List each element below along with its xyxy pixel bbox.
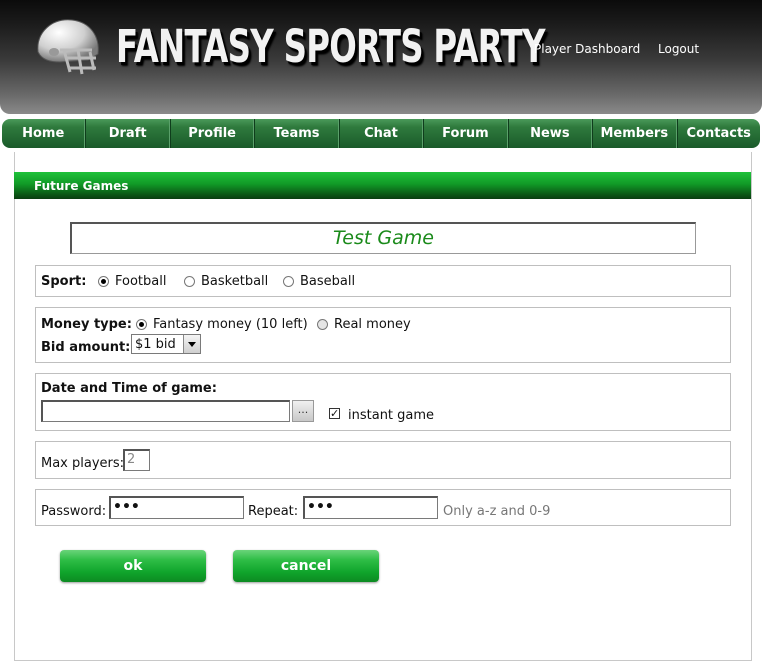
max-players-input[interactable]: 2	[123, 449, 150, 471]
fantasy-money-label: Fantasy money (10 left)	[153, 317, 308, 332]
bid-amount-label: Bid amount:	[41, 340, 131, 355]
password-fieldset: Password: ••• Repeat: ••• Only a-z and 0…	[35, 489, 731, 526]
site-header: FANTASY SPORTS PARTY Player Dashboard Lo…	[0, 0, 762, 114]
sport-label: Sport:	[41, 274, 87, 289]
nav-item-profile[interactable]: Profile	[169, 119, 255, 148]
nav-item-draft[interactable]: Draft	[85, 119, 170, 148]
nav-item-chat[interactable]: Chat	[338, 119, 424, 148]
cancel-button[interactable]: cancel	[233, 550, 379, 582]
bid-amount-select[interactable]: $1 bid	[131, 334, 201, 354]
baseball-label: Baseball	[300, 274, 356, 289]
password-label: Password:	[41, 504, 107, 519]
money-option-fantasy[interactable]: Fantasy money (10 left)	[136, 317, 308, 332]
datetime-label: Date and Time of game:	[41, 381, 217, 396]
password-input[interactable]: •••	[109, 496, 244, 519]
nav-item-news[interactable]: News	[507, 119, 593, 148]
logout-link[interactable]: Logout	[658, 42, 699, 56]
main-nav: Home Draft Profile Teams Chat Forum News…	[2, 119, 760, 148]
nav-item-forum[interactable]: Forum	[423, 119, 508, 148]
baseball-radio[interactable]	[283, 276, 294, 287]
max-players-label: Max players:	[41, 456, 125, 471]
football-label: Football	[115, 274, 167, 289]
nav-item-contacts[interactable]: Contacts	[676, 119, 760, 148]
section-title: Future Games	[34, 179, 129, 193]
football-radio[interactable]	[98, 276, 109, 287]
site-logo-text: FANTASY SPORTS PARTY	[116, 20, 545, 73]
basketball-radio[interactable]	[184, 276, 195, 287]
football-helmet-icon	[37, 19, 99, 75]
player-dashboard-link[interactable]: Player Dashboard	[534, 42, 640, 56]
sport-fieldset: Sport: Football Basketball Baseball	[35, 265, 731, 297]
basketball-label: Basketball	[201, 274, 269, 289]
real-money-label: Real money	[334, 317, 411, 332]
instant-game-checkbox[interactable]: ✓	[329, 408, 340, 419]
datetime-input[interactable]	[41, 400, 290, 422]
date-picker-button[interactable]: ...	[292, 400, 314, 422]
sport-option-football[interactable]: Football	[98, 274, 166, 289]
sport-option-baseball[interactable]: Baseball	[283, 274, 355, 289]
money-type-label: Money type:	[41, 317, 132, 332]
instant-game-label: instant game	[348, 408, 435, 423]
repeat-password-input[interactable]: •••	[303, 496, 438, 519]
game-name-field[interactable]: Test Game	[70, 222, 696, 254]
sport-option-basketball[interactable]: Basketball	[184, 274, 268, 289]
money-fieldset: Money type: Fantasy money (10 left) Real…	[35, 307, 731, 363]
nav-item-members[interactable]: Members	[592, 119, 677, 148]
datetime-fieldset: Date and Time of game: ... ✓ instant gam…	[35, 373, 731, 431]
max-players-fieldset: Max players: 2	[35, 441, 731, 479]
repeat-label: Repeat:	[248, 504, 299, 519]
nav-item-home[interactable]: Home	[2, 119, 86, 148]
section-header-bar: Future Games	[14, 172, 751, 199]
bid-amount-value: $1 bid	[135, 337, 176, 352]
chevron-down-icon[interactable]	[183, 335, 200, 353]
ok-button[interactable]: ok	[60, 550, 206, 582]
fantasy-money-radio[interactable]	[136, 319, 147, 330]
nav-item-teams[interactable]: Teams	[254, 119, 339, 148]
real-money-radio[interactable]	[317, 319, 328, 330]
money-option-real[interactable]: Real money	[317, 317, 411, 332]
password-hint: Only a-z and 0-9	[443, 504, 551, 519]
